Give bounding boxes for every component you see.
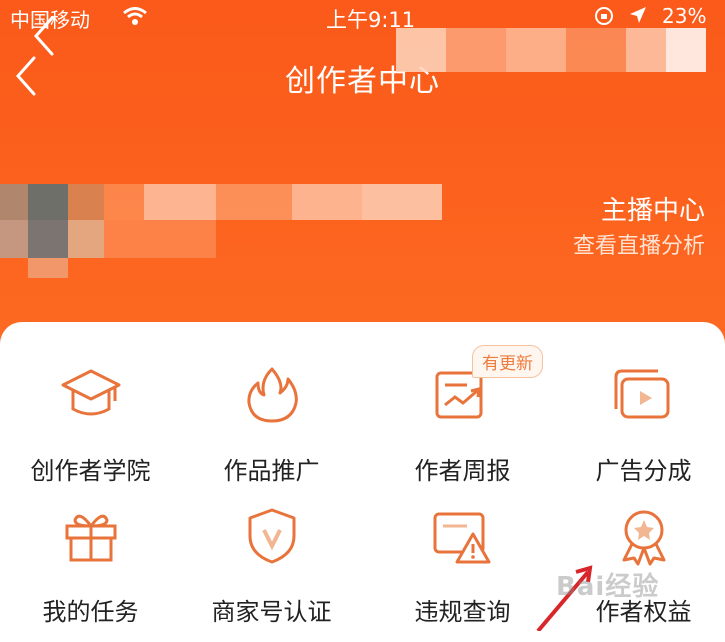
grid-item-my-tasks[interactable]: 我的任务 <box>0 484 181 626</box>
grid-item-ad-revenue[interactable]: 广告分成 <box>553 343 725 485</box>
update-badge: 有更新 <box>472 345 543 378</box>
battery-percent: 23% <box>662 4 707 28</box>
grid-item-merchant-verify[interactable]: 商家号认证 <box>181 484 362 626</box>
verify-shield-icon <box>248 508 295 564</box>
anchor-analysis-link[interactable]: 查看直播分析 <box>573 228 705 260</box>
gift-icon <box>65 514 116 562</box>
grid-item-label: 创作者学院 <box>30 457 151 485</box>
grid-item-violation-query[interactable]: 违规查询 <box>372 484 553 626</box>
anchor-center-link[interactable]: 主播中心 <box>601 190 705 227</box>
flame-icon <box>246 367 298 423</box>
grid-item-creator-academy[interactable]: 创作者学院 <box>0 343 181 485</box>
graduation-cap-icon <box>61 369 120 416</box>
grid-item-label: 商家号认证 <box>211 598 332 626</box>
ad-play-icon <box>614 369 669 419</box>
grid-item-label: 作者周报 <box>414 457 511 485</box>
location-arrow-icon <box>628 5 648 30</box>
header-banner: 中国移动 上午9:11 23% 创作者中心 主播中心 查看直播分析 <box>0 0 725 345</box>
grid-item-label: 违规查询 <box>414 598 511 626</box>
grid-item-promotion[interactable]: 作品推广 <box>181 343 362 485</box>
grid-item-label: 作品推广 <box>223 457 320 485</box>
grid-item-label: 我的任务 <box>42 598 139 626</box>
watermark: Bai经验 <box>556 572 660 602</box>
wifi-icon <box>122 6 148 31</box>
grid-item-label: 广告分成 <box>595 457 692 485</box>
medal-icon <box>622 510 665 566</box>
warning-doc-icon <box>433 512 490 564</box>
